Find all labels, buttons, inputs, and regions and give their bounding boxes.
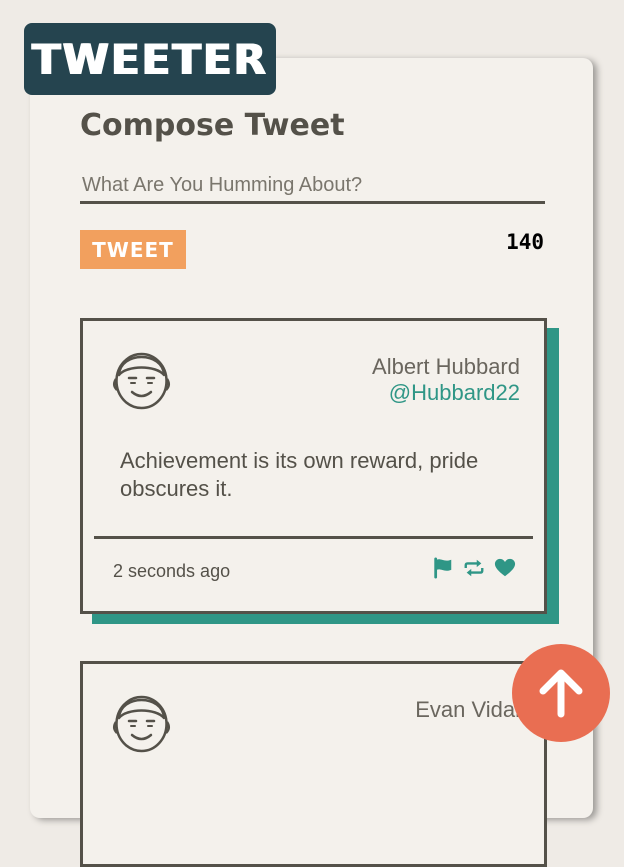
tweet-input[interactable]: [80, 170, 545, 204]
tweet-card: Albert Hubbard @Hubbard22 Achievement is…: [80, 318, 547, 614]
arrow-up-icon: [539, 669, 583, 718]
tweet-divider: [94, 536, 533, 539]
avatar-icon: [113, 695, 170, 753]
tweet-text: Achievement is its own reward, pride obs…: [120, 448, 479, 501]
tweet-card: Evan Vidal: [80, 661, 547, 867]
avatar-icon: [113, 352, 170, 410]
compose-title: Compose Tweet: [80, 108, 345, 143]
author-handle[interactable]: @Hubbard22: [389, 380, 520, 406]
app-logo[interactable]: TWEETER: [24, 23, 276, 95]
retweet-icon[interactable]: [463, 557, 485, 579]
tweet-button[interactable]: TWEET: [80, 230, 186, 269]
author-name: Evan Vidal: [415, 697, 520, 722]
flag-icon[interactable]: [432, 557, 454, 579]
tweet-timestamp: 2 seconds ago: [113, 561, 231, 581]
author-name: Albert Hubbard: [372, 354, 520, 379]
heart-icon[interactable]: [494, 557, 516, 579]
character-counter: 140: [506, 230, 544, 254]
scroll-to-top-button[interactable]: [512, 644, 610, 742]
tweet-actions: [432, 557, 516, 579]
